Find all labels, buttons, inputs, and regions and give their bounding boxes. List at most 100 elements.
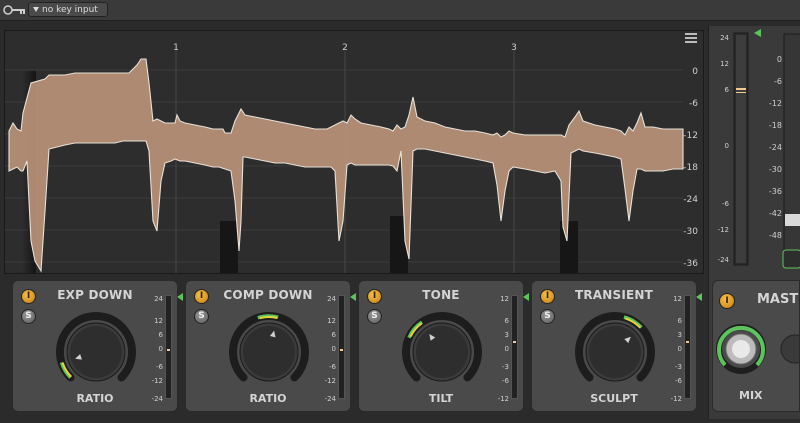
key-input-select[interactable]: no key input [28,2,108,17]
meter-scale-label: 24 [154,295,163,303]
knob-face [416,326,468,378]
meter-scale-label: -12 [151,377,163,385]
knob-face [589,326,641,378]
meter-scale-label: 6 [725,86,730,94]
module-info-button[interactable]: I [21,289,36,304]
parameter-knob[interactable] [35,305,157,397]
meter-scale-label: 12 [154,317,163,325]
meter-peak [736,92,746,93]
meter-scale-label: 24 [720,34,729,42]
module-solo-button[interactable]: S [21,309,36,324]
meter-scale-label: 24 [327,295,336,303]
meter-scale-label: -6 [502,377,509,385]
master-title: MASTER [757,292,799,307]
meter-scale-label: 12 [327,317,336,325]
waveform-display[interactable]: 1 2 3 0 -6 -12 -18 -24 -30 -36 [4,30,704,274]
meter-scale-label: -18 [769,121,782,130]
meter-indicator-icon[interactable] [523,293,529,301]
meter-scale-label: 6 [504,317,509,325]
meter-scale-label: 0 [777,55,782,64]
module-meter: 12 6 3 0 -3 -6 -12 [670,291,702,405]
meter-scale-label: -30 [769,165,782,174]
meter-indicator-icon[interactable] [177,293,183,301]
master-info-button[interactable]: I [719,293,735,309]
module-solo-button[interactable]: S [367,309,382,324]
meter-scale-label: -6 [156,363,163,371]
meter-scale-label: -24 [151,395,163,403]
knob-face [70,326,122,378]
module-tone: ISTONE-26%TILT12630-3-6-12 [358,280,529,412]
mix-knob[interactable] [715,319,800,389]
db-scale-label: -30 [683,227,698,237]
meter-scale-label: -12 [670,395,682,403]
meter-scale-label: -24 [324,395,336,403]
dropdown-caret-icon [33,7,39,12]
module-info-button[interactable]: I [194,289,209,304]
meter-scale-label: -6 [722,200,730,208]
meter-scale-label: 6 [158,331,163,339]
meter-scale-label: -12 [718,226,729,234]
meter-scale-label: -3 [502,363,509,371]
module-info-button[interactable]: I [540,289,555,304]
db-scale-label: -36 [683,259,698,269]
bar-marker-label: 2 [342,43,348,53]
meter-indicator-icon [754,29,761,37]
module-title: EXP DOWN [57,288,133,302]
meter-peak [736,88,746,90]
meter-peak [513,341,516,343]
module-meter: 24 12 6 0 -6 -12 -24 [151,291,183,405]
meter-scale-label: 0 [331,345,336,353]
module-solo-button[interactable]: S [540,309,555,324]
output-meter-button[interactable] [782,249,800,269]
meter-scale-label: -6 [329,363,336,371]
meter-scale-label: -24 [718,256,730,264]
meter-scale-label: 12 [720,60,729,68]
meter-indicator-icon[interactable] [696,293,702,301]
gap-region [560,221,578,273]
meter-scale-label: 3 [504,331,509,339]
bar-marker-label: 1 [173,43,179,53]
meter-bar [165,295,172,399]
module-comp-down: ISCOMP DOWN4.2:1RATIO241260-6-12-24 [185,280,356,412]
meter-peak [167,349,170,351]
meter-scale-label: -3 [675,363,682,371]
meter-bar [338,295,345,399]
parameter-knob[interactable] [381,305,503,397]
meter-scale-label: -6 [774,77,782,86]
key-input-label: no key input [42,5,98,15]
meter-scale-label: -36 [769,187,782,196]
meter-indicator-icon[interactable] [350,293,356,301]
master-module: I MASTER MIX [712,280,800,412]
meter-scale-label: 3 [677,331,682,339]
meter-scale-label: 0 [504,345,509,353]
top-bar: no key input [0,0,800,21]
parameter-knob[interactable] [554,305,676,397]
meter-scale-label: 0 [677,345,682,353]
parameter-knob[interactable] [208,305,330,397]
meter-scale-label: 6 [331,331,336,339]
meter-scale-label: -48 [769,231,782,240]
module-solo-button[interactable]: S [194,309,209,324]
meter-peak [340,349,343,351]
meter-scale-label: -42 [769,209,782,218]
menu-icon[interactable] [685,33,697,43]
module-title: TONE [422,288,460,302]
knob-face [243,326,295,378]
meter-scale-label: -12 [769,99,782,108]
gap-region [220,221,238,273]
meter-scale-label: 0 [158,345,163,353]
module-title: COMP DOWN [223,288,313,302]
module-info-button[interactable]: I [367,289,382,304]
meter-scale-label: 0 [725,142,729,150]
meter-scale-label: -24 [769,143,782,152]
module-title: TRANSIENT [574,288,654,302]
db-scale-label: -18 [683,163,698,173]
output-meter-handle[interactable] [785,214,800,226]
key-icon [3,5,25,15]
module-transient: ISTRANSIENT34%SCULPT12630-3-6-12 [531,280,702,412]
input-meter [733,29,761,266]
db-scale: 0 -6 -12 -18 -24 -30 -36 [683,67,698,269]
meter-bar [684,295,691,399]
output-meter [783,33,800,265]
module-meter: 24 12 6 0 -6 -12 -24 [324,291,356,405]
